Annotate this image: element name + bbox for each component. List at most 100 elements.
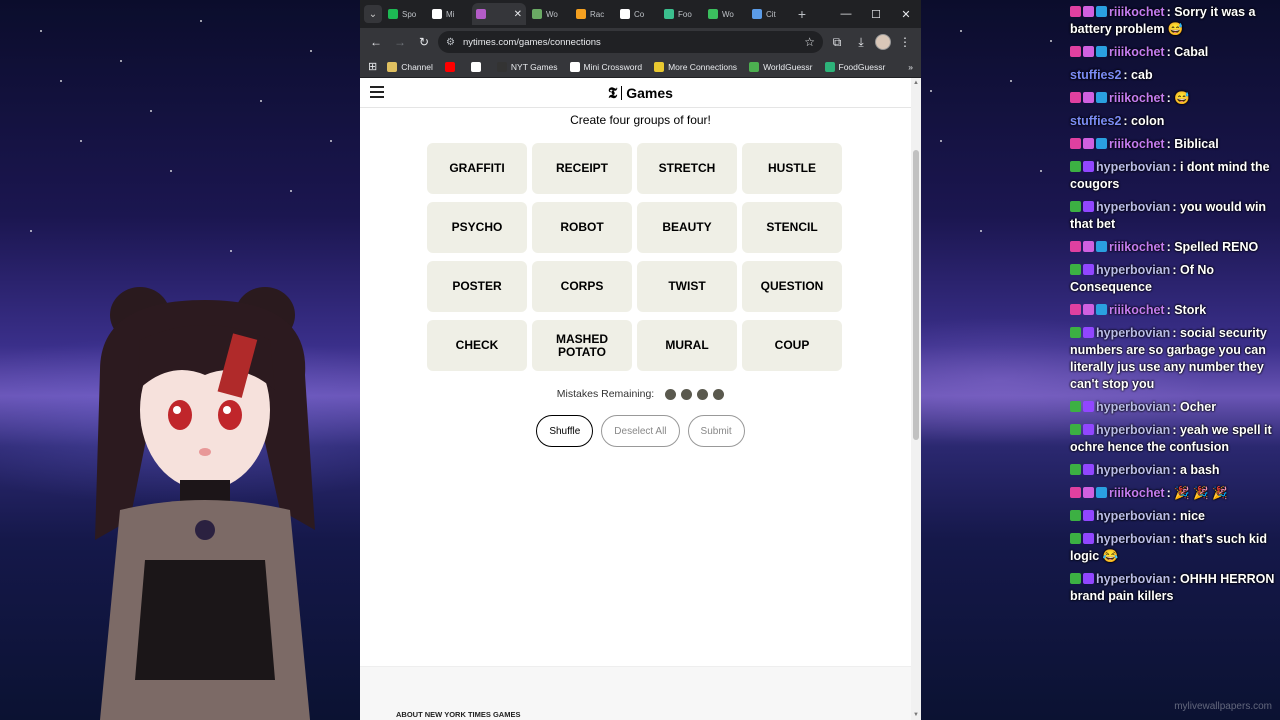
word-tile[interactable]: POSTER — [427, 261, 527, 312]
word-tile[interactable]: PSYCHO — [427, 202, 527, 253]
word-tile[interactable]: TWIST — [637, 261, 737, 312]
scroll-down-icon[interactable]: ▼ — [913, 712, 919, 718]
chat-text: Biblical — [1174, 137, 1219, 151]
chat-username[interactable]: riiikochet — [1109, 486, 1165, 500]
word-tile[interactable]: CHECK — [427, 320, 527, 371]
chat-username[interactable]: hyperbovian — [1096, 463, 1170, 477]
chat-badge-icon — [1096, 6, 1107, 17]
reload-icon[interactable]: ↻ — [414, 32, 434, 52]
bookmark-label: FoodGuessr — [838, 61, 886, 72]
browser-tab[interactable]: Mi — [428, 3, 470, 25]
chat-badge-icon — [1070, 138, 1081, 149]
tab-label: Co — [634, 9, 645, 19]
chat-username[interactable]: riiikochet — [1109, 303, 1165, 317]
word-tile[interactable]: GRAFFITI — [427, 143, 527, 194]
chat-username[interactable]: riiikochet — [1109, 137, 1165, 151]
chat-username[interactable]: riiikochet — [1109, 5, 1165, 19]
word-tile[interactable]: COUP — [742, 320, 842, 371]
chat-username[interactable]: hyperbovian — [1096, 400, 1170, 414]
chat-text: cab — [1131, 68, 1153, 82]
browser-tab[interactable]: Wo — [704, 3, 746, 25]
browser-tab[interactable]: Wo — [528, 3, 570, 25]
word-tile[interactable]: MASHED POTATO — [532, 320, 632, 371]
chat-separator: : — [1172, 572, 1180, 586]
browser-tab[interactable]: Foo — [660, 3, 702, 25]
bookmark-item[interactable] — [444, 61, 459, 72]
word-tile[interactable]: CORPS — [532, 261, 632, 312]
back-icon[interactable]: ← — [366, 32, 386, 52]
bookmark-star-icon[interactable]: ☆ — [804, 35, 815, 49]
word-tile[interactable]: HUSTLE — [742, 143, 842, 194]
bookmark-item[interactable]: Channel — [387, 61, 433, 72]
chat-username[interactable]: hyperbovian — [1096, 326, 1170, 340]
tab-search-button[interactable]: ⌄ — [364, 5, 382, 23]
chat-username[interactable]: stuffies2 — [1070, 114, 1121, 128]
page-scrollbar[interactable]: ▲ ▼ — [911, 78, 921, 720]
chat-username[interactable]: hyperbovian — [1096, 160, 1170, 174]
chat-username[interactable]: riiikochet — [1109, 240, 1165, 254]
chat-username[interactable]: stuffies2 — [1070, 68, 1121, 82]
hamburger-menu-icon[interactable] — [370, 86, 384, 101]
bookmark-item[interactable]: More Connections — [654, 61, 737, 72]
chat-username[interactable]: riiikochet — [1109, 45, 1165, 59]
star — [80, 140, 82, 142]
word-tile[interactable]: RECEIPT — [532, 143, 632, 194]
shuffle-button[interactable]: Shuffle — [536, 415, 594, 447]
chat-username[interactable]: riiikochet — [1109, 91, 1165, 105]
chat-username[interactable]: hyperbovian — [1096, 263, 1170, 277]
star — [150, 110, 152, 112]
maximize-icon[interactable]: ☐ — [861, 8, 891, 21]
browser-tab[interactable]: Rac — [572, 3, 614, 25]
chat-badge-icon — [1083, 201, 1094, 212]
profile-avatar[interactable] — [875, 34, 891, 50]
download-icon[interactable]: ⤓ — [851, 32, 871, 52]
word-tile[interactable]: BEAUTY — [637, 202, 737, 253]
star — [1040, 170, 1042, 172]
bookmark-item[interactable]: NYT Games — [496, 61, 558, 72]
menu-kebab-icon[interactable]: ⋮ — [895, 32, 915, 52]
bookmark-item[interactable] — [470, 61, 485, 72]
close-icon[interactable]: ✕ — [891, 8, 921, 21]
chat-text: Cabal — [1174, 45, 1209, 59]
footer-about-link[interactable]: ABOUT NEW YORK TIMES GAMES — [396, 710, 520, 719]
deselect-all-button[interactable]: Deselect All — [601, 415, 680, 447]
site-info-icon[interactable]: ⚙ — [446, 37, 455, 48]
chat-username[interactable]: hyperbovian — [1096, 200, 1170, 214]
extensions-icon[interactable]: ⧉ — [827, 32, 847, 52]
bookmark-item[interactable]: WorldGuessr — [749, 61, 813, 72]
forward-icon[interactable]: → — [390, 32, 410, 52]
word-tile[interactable]: STRETCH — [637, 143, 737, 194]
bookmark-item[interactable]: Mini Crossword — [569, 61, 642, 72]
apps-grid-icon[interactable]: ⊞ — [368, 60, 377, 73]
chat-message: hyperbovian: that's such kid logic 😂 — [1070, 531, 1275, 565]
chat-username[interactable]: hyperbovian — [1096, 509, 1170, 523]
new-tab-button[interactable]: + — [792, 6, 812, 22]
browser-tab[interactable]: ✕ — [472, 3, 526, 25]
word-tile[interactable]: STENCIL — [742, 202, 842, 253]
browser-tab[interactable]: Cit — [748, 3, 790, 25]
word-tile[interactable]: MURAL — [637, 320, 737, 371]
browser-tab[interactable]: Co — [616, 3, 658, 25]
tab-label: Foo — [678, 9, 692, 19]
close-tab-icon[interactable]: ✕ — [514, 9, 522, 20]
bookmark-favicon-icon — [470, 61, 481, 72]
word-tile[interactable]: ROBOT — [532, 202, 632, 253]
browser-tab[interactable]: Spo — [384, 3, 426, 25]
bookmark-item[interactable]: FoodGuessr — [824, 61, 886, 72]
minimize-icon[interactable]: — — [831, 8, 861, 21]
scroll-thumb[interactable] — [913, 150, 919, 440]
chat-badge-icon — [1083, 92, 1094, 103]
address-bar[interactable]: ⚙ nytimes.com/games/connections ☆ — [438, 31, 823, 53]
chat-username[interactable]: hyperbovian — [1096, 572, 1170, 586]
star — [290, 190, 292, 192]
bookmark-favicon-icon — [496, 61, 507, 72]
chat-username[interactable]: hyperbovian — [1096, 423, 1170, 437]
word-tile[interactable]: QUESTION — [742, 261, 842, 312]
submit-button[interactable]: Submit — [687, 415, 745, 447]
bookmark-favicon-icon — [444, 61, 455, 72]
chat-username[interactable]: hyperbovian — [1096, 532, 1170, 546]
scroll-up-icon[interactable]: ▲ — [913, 80, 919, 86]
nyt-games-logo[interactable]: 𝕿 Games — [608, 84, 673, 102]
bookmark-favicon-icon — [749, 61, 760, 72]
more-bookmarks-icon[interactable]: » — [908, 62, 913, 72]
